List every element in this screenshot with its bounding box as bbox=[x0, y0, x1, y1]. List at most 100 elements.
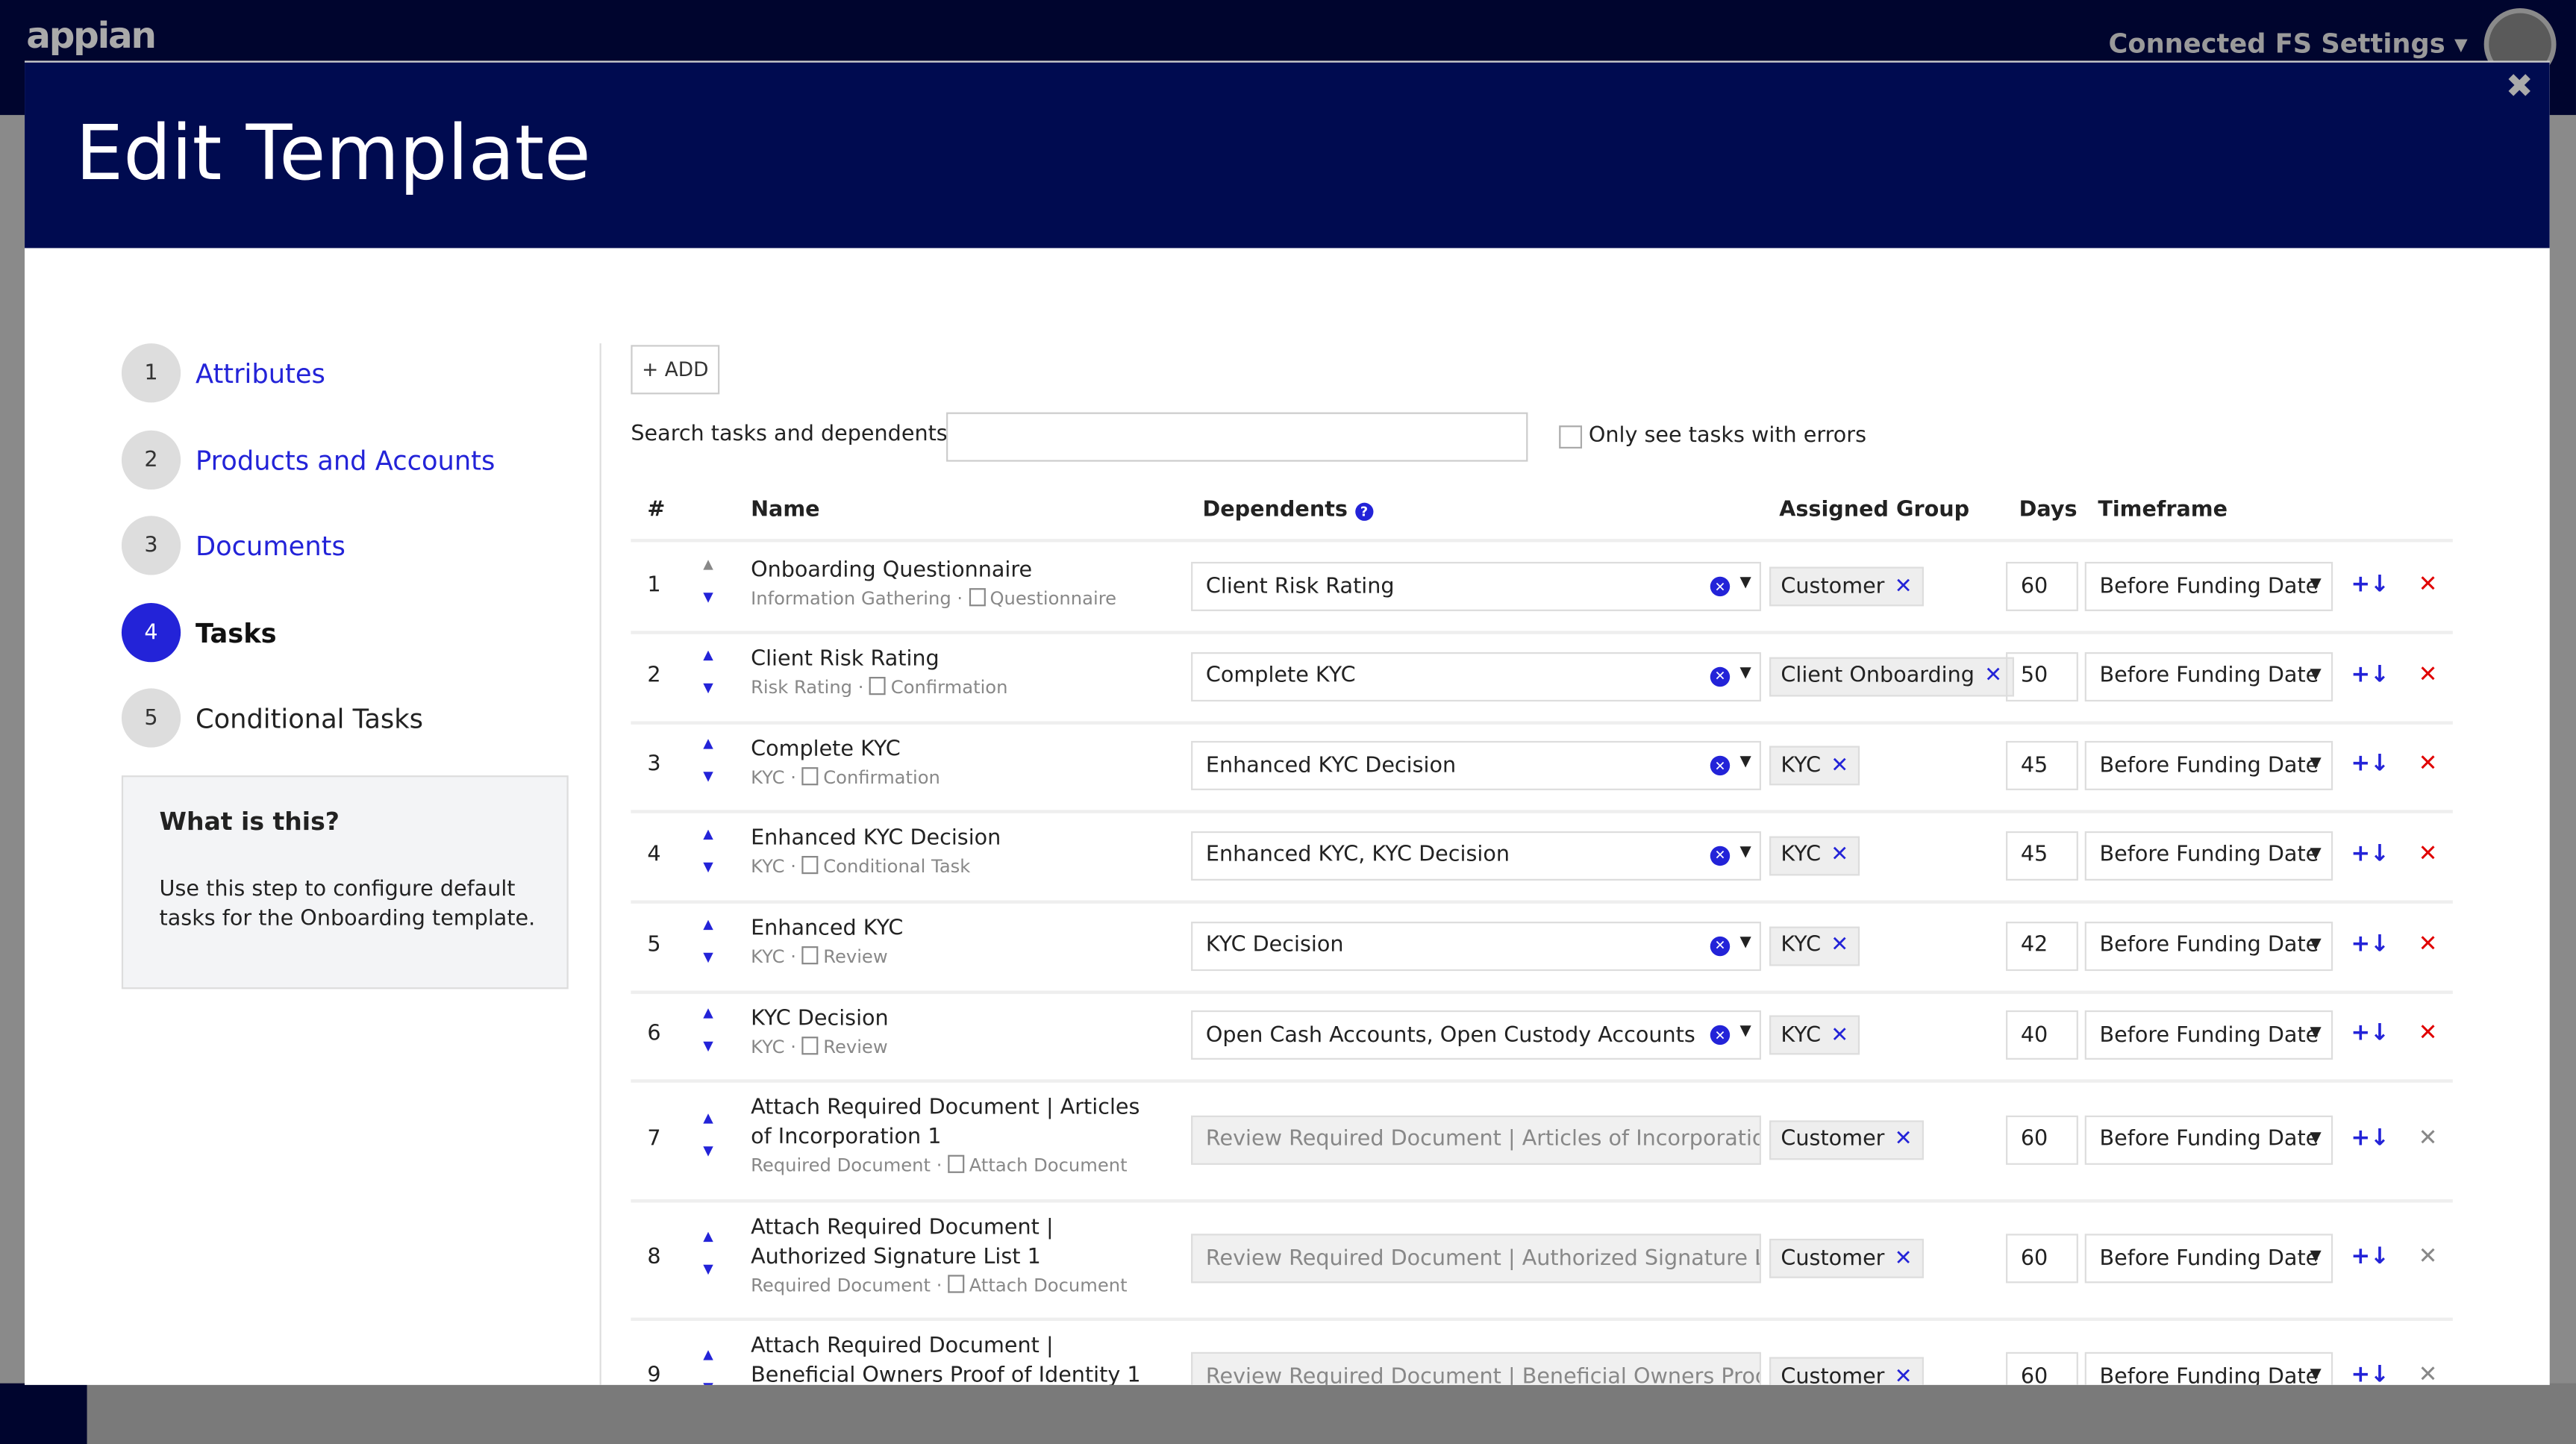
clear-dependents-icon[interactable]: ✕ bbox=[1710, 576, 1731, 597]
delete-task-icon[interactable]: ✕ bbox=[2419, 931, 2438, 957]
delete-task-icon[interactable]: ✕ bbox=[2419, 661, 2438, 687]
task-type: Review bbox=[823, 1037, 888, 1058]
remove-group-icon[interactable]: ✕ bbox=[1831, 1022, 1848, 1047]
dependents-picker[interactable]: Complete KYC ✕ ▼ bbox=[1191, 651, 1762, 701]
errors-only-label[interactable]: Only see tasks with errors bbox=[1589, 424, 1866, 448]
move-up-icon[interactable]: ▲ bbox=[703, 646, 713, 661]
step-2[interactable]: 2 Products and Accounts bbox=[121, 430, 495, 490]
assigned-group-label: Customer bbox=[1781, 1245, 1885, 1271]
remove-group-icon[interactable]: ✕ bbox=[1831, 933, 1848, 957]
days-input[interactable]: 60 bbox=[2006, 561, 2078, 611]
delete-task-icon[interactable]: ✕ bbox=[2419, 751, 2438, 777]
clear-dependents-icon[interactable]: ✕ bbox=[1710, 755, 1731, 776]
timeframe-select[interactable]: Before Funding Date ▼ bbox=[2084, 740, 2333, 790]
close-icon[interactable]: ✖ bbox=[2506, 66, 2533, 105]
add-dependent-icon[interactable]: +↓ bbox=[2351, 751, 2389, 777]
row-number: 5 bbox=[647, 932, 661, 957]
dependents-picker[interactable]: Open Cash Accounts, Open Custody Account… bbox=[1191, 1010, 1762, 1060]
days-input[interactable]: 60 bbox=[2006, 1234, 2078, 1284]
delete-task-icon[interactable]: ✕ bbox=[2419, 1362, 2438, 1385]
task-type: Questionnaire bbox=[990, 588, 1117, 610]
move-down-icon[interactable]: ▼ bbox=[703, 1038, 713, 1053]
remove-group-icon[interactable]: ✕ bbox=[1895, 1127, 1913, 1151]
add-dependent-icon[interactable]: +↓ bbox=[2351, 661, 2389, 687]
move-down-icon[interactable]: ▼ bbox=[703, 858, 713, 873]
dropdown-arrow-icon[interactable]: ▼ bbox=[1740, 575, 1751, 592]
remove-group-icon[interactable]: ✕ bbox=[1895, 574, 1913, 598]
move-down-icon[interactable]: ▼ bbox=[703, 948, 713, 963]
dependents-picker[interactable]: Enhanced KYC, KYC Decision ✕ ▼ bbox=[1191, 830, 1762, 880]
days-input[interactable]: 45 bbox=[2006, 830, 2078, 880]
dependents-picker[interactable]: Client Risk Rating ✕ ▼ bbox=[1191, 561, 1762, 611]
site-settings-menu[interactable]: Connected FS Settings ▾ bbox=[2109, 28, 2468, 59]
dropdown-arrow-icon[interactable]: ▼ bbox=[1740, 1024, 1751, 1040]
errors-only-checkbox[interactable] bbox=[1559, 425, 1583, 449]
add-dependent-icon[interactable]: +↓ bbox=[2351, 1125, 2389, 1151]
timeframe-select[interactable]: Before Funding Date ▼ bbox=[2084, 1351, 2333, 1385]
timeframe-select[interactable]: Before Funding Date ▼ bbox=[2084, 1010, 2333, 1060]
clear-dependents-icon[interactable]: ✕ bbox=[1710, 1025, 1731, 1046]
move-down-icon[interactable]: ▼ bbox=[703, 679, 713, 694]
delete-task-icon[interactable]: ✕ bbox=[2419, 1020, 2438, 1046]
move-up-icon[interactable]: ▲ bbox=[703, 916, 713, 931]
dropdown-arrow-icon[interactable]: ▼ bbox=[1740, 934, 1751, 951]
remove-group-icon[interactable]: ✕ bbox=[1895, 1246, 1913, 1271]
dependents-picker[interactable]: Enhanced KYC Decision ✕ ▼ bbox=[1191, 740, 1762, 790]
delete-task-icon[interactable]: ✕ bbox=[2419, 1244, 2438, 1270]
remove-group-icon[interactable]: ✕ bbox=[1831, 843, 1848, 867]
step-1[interactable]: 1 Attributes bbox=[121, 343, 325, 403]
clear-dependents-icon[interactable]: ✕ bbox=[1710, 845, 1731, 866]
days-input[interactable]: 42 bbox=[2006, 920, 2078, 970]
timeframe-select[interactable]: Before Funding Date ▼ bbox=[2084, 830, 2333, 880]
add-dependent-icon[interactable]: +↓ bbox=[2351, 572, 2389, 598]
days-input[interactable]: 45 bbox=[2006, 740, 2078, 790]
dependents-picker[interactable]: KYC Decision ✕ ▼ bbox=[1191, 920, 1762, 970]
help-icon[interactable]: ? bbox=[1354, 502, 1374, 521]
delete-task-icon[interactable]: ✕ bbox=[2419, 572, 2438, 598]
move-up-icon[interactable]: ▲ bbox=[703, 736, 713, 751]
step-4[interactable]: 4 Tasks bbox=[121, 602, 277, 663]
move-up-icon[interactable]: ▲ bbox=[703, 1229, 713, 1244]
remove-group-icon[interactable]: ✕ bbox=[1895, 1364, 1913, 1385]
timeframe-select[interactable]: Before Funding Date ▼ bbox=[2084, 561, 2333, 611]
step-label: Products and Accounts bbox=[195, 444, 495, 476]
dependents-value: Enhanced KYC, KYC Decision bbox=[1205, 843, 1510, 868]
dropdown-arrow-icon[interactable]: ▼ bbox=[1740, 843, 1751, 860]
add-task-button[interactable]: + ADD bbox=[631, 345, 720, 395]
dropdown-arrow-icon[interactable]: ▼ bbox=[1740, 665, 1751, 681]
move-up-icon[interactable]: ▲ bbox=[703, 1005, 713, 1020]
search-input[interactable] bbox=[946, 412, 1528, 462]
move-down-icon[interactable]: ▼ bbox=[703, 590, 713, 604]
move-up-icon[interactable]: ▲ bbox=[703, 1110, 713, 1125]
days-input[interactable]: 60 bbox=[2006, 1351, 2078, 1385]
add-dependent-icon[interactable]: +↓ bbox=[2351, 1362, 2389, 1385]
task-category: Risk Rating bbox=[751, 677, 853, 698]
timeframe-select[interactable]: Before Funding Date ▼ bbox=[2084, 920, 2333, 970]
remove-group-icon[interactable]: ✕ bbox=[1984, 663, 2002, 688]
clear-dependents-icon[interactable]: ✕ bbox=[1710, 666, 1731, 687]
delete-task-icon[interactable]: ✕ bbox=[2419, 1125, 2438, 1151]
add-dependent-icon[interactable]: +↓ bbox=[2351, 840, 2389, 866]
days-input[interactable]: 50 bbox=[2006, 651, 2078, 701]
move-up-icon[interactable]: ▲ bbox=[703, 1347, 713, 1362]
add-dependent-icon[interactable]: +↓ bbox=[2351, 1020, 2389, 1046]
clear-dependents-icon[interactable]: ✕ bbox=[1710, 935, 1731, 956]
timeframe-select[interactable]: Before Funding Date ▼ bbox=[2084, 1114, 2333, 1164]
move-down-icon[interactable]: ▼ bbox=[703, 769, 713, 784]
remove-group-icon[interactable]: ✕ bbox=[1831, 753, 1848, 778]
timeframe-select[interactable]: Before Funding Date ▼ bbox=[2084, 1234, 2333, 1284]
delete-task-icon[interactable]: ✕ bbox=[2419, 840, 2438, 866]
move-down-icon[interactable]: ▼ bbox=[703, 1143, 713, 1157]
days-input[interactable]: 40 bbox=[2006, 1010, 2078, 1060]
move-up-icon[interactable]: ▲ bbox=[703, 825, 713, 840]
add-dependent-icon[interactable]: +↓ bbox=[2351, 1244, 2389, 1270]
dropdown-arrow-icon[interactable]: ▼ bbox=[1740, 754, 1751, 770]
step-5[interactable]: 5 Conditional Tasks bbox=[121, 688, 423, 748]
step-3[interactable]: 3 Documents bbox=[121, 516, 346, 575]
add-dependent-icon[interactable]: +↓ bbox=[2351, 931, 2389, 957]
move-down-icon[interactable]: ▼ bbox=[703, 1262, 713, 1277]
background-nav bbox=[0, 1383, 87, 1444]
move-down-icon[interactable]: ▼ bbox=[703, 1380, 713, 1385]
timeframe-select[interactable]: Before Funding Date ▼ bbox=[2084, 651, 2333, 701]
days-input[interactable]: 60 bbox=[2006, 1114, 2078, 1164]
